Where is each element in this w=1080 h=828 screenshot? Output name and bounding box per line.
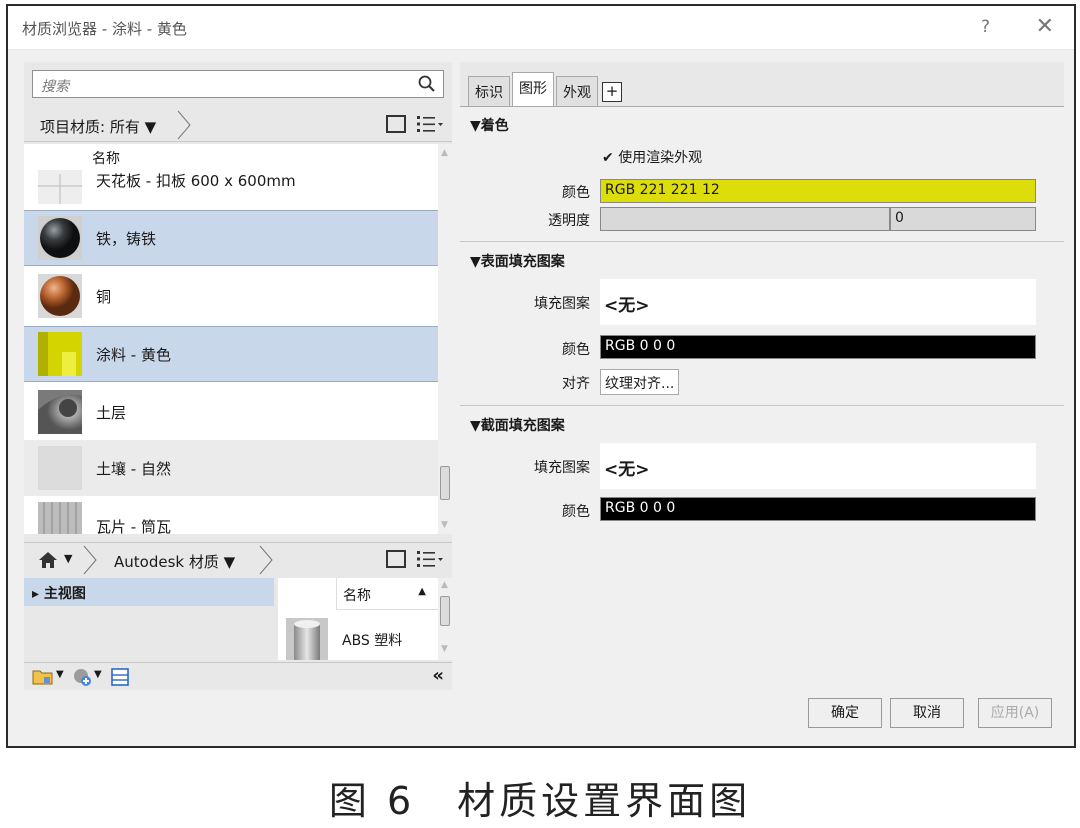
library-scrollbar[interactable]: ▲ ▼ xyxy=(438,578,452,660)
library-breadcrumb[interactable]: ▼ Autodesk 材质 ▼ xyxy=(24,542,452,576)
search-input[interactable]: 搜索 xyxy=(32,70,444,98)
section-surface-pattern[interactable]: ▼表面填充图案 xyxy=(470,251,565,271)
tab-graphics[interactable]: 图形 xyxy=(512,72,554,108)
dialog-footer: 确定 取消 应用(A) xyxy=(8,698,1074,746)
cut-color-label: 颜色 xyxy=(562,504,590,520)
soil-thumbnail xyxy=(38,390,82,434)
shading-color-field[interactable]: RGB 221 221 12 xyxy=(600,179,1036,203)
list-item[interactable]: 铜 xyxy=(24,268,438,324)
add-tab-button[interactable]: + xyxy=(602,82,622,102)
graphics-panel: ▼着色 ✔ 使用渲染外观 颜色 RGB 221 221 12 透明度 0 ▼表面… xyxy=(460,106,1064,690)
list-item-label: 瓦片 - 筒瓦 xyxy=(96,518,171,534)
natural-soil-thumbnail xyxy=(38,446,82,490)
title-bar: 材质浏览器 - 涂料 - 黄色 ? ✕ xyxy=(8,6,1074,50)
tab-appearance[interactable]: 外观 xyxy=(556,76,598,106)
list-item[interactable]: 涂料 - 黄色 xyxy=(24,326,438,382)
create-material-icon[interactable] xyxy=(72,667,92,687)
list-item[interactable]: 土壤 - 自然 xyxy=(24,440,438,496)
surface-color-label: 颜色 xyxy=(562,342,590,358)
ceiling-tile-thumbnail xyxy=(38,170,82,204)
transparency-value[interactable]: 0 xyxy=(890,207,1036,231)
library-dropdown-arrow[interactable]: ▼ xyxy=(56,669,64,680)
project-list-scrollbar[interactable]: ▲ ▼ xyxy=(438,144,452,534)
sort-ascending-icon: ▲ xyxy=(418,586,426,597)
list-item-label: 天花板 - 扣板 600 x 600mm xyxy=(96,172,296,190)
transparency-slider[interactable] xyxy=(600,207,890,231)
abs-plastic-thumbnail xyxy=(286,618,328,660)
library-material-list: 名称 ▲ ABS 塑料 xyxy=(278,578,438,660)
surface-align-label: 对齐 xyxy=(562,376,590,392)
list-view-icon[interactable] xyxy=(416,549,444,569)
list-item[interactable]: 铁，铸铁 xyxy=(24,210,438,266)
transparency-label: 透明度 xyxy=(548,213,590,229)
create-dropdown-arrow[interactable]: ▼ xyxy=(94,669,102,680)
surface-pattern-label: 填充图案 xyxy=(534,296,590,312)
panel-toggle-icon[interactable] xyxy=(386,550,406,568)
tab-bar: 标识 图形 外观 + xyxy=(468,70,622,108)
list-item[interactable]: 名称 天花板 - 扣板 600 x 600mm xyxy=(24,144,438,204)
list-view-icon[interactable] xyxy=(416,114,444,134)
cut-color-field[interactable]: RGB 0 0 0 xyxy=(600,497,1036,521)
project-materials-filter[interactable]: 项目材质: 所有 ▼ xyxy=(40,116,156,137)
window-title: 材质浏览器 - 涂料 - 黄色 xyxy=(22,20,187,38)
list-item[interactable]: 瓦片 - 筒瓦 xyxy=(24,496,438,534)
tree-node-main-view[interactable]: ▸ 主视图 xyxy=(24,578,274,606)
figure-caption: 图 6 材质设置界面图 xyxy=(328,779,752,823)
tab-identity[interactable]: 标识 xyxy=(468,76,510,106)
home-icon[interactable] xyxy=(38,551,58,569)
yellow-paint-thumbnail xyxy=(38,332,82,376)
cast-iron-thumbnail xyxy=(38,216,82,260)
list-item-label: 铁，铸铁 xyxy=(96,229,157,248)
ok-button[interactable]: 确定 xyxy=(808,698,882,728)
project-materials-breadcrumb[interactable]: 项目材质: 所有 ▼ xyxy=(24,108,452,142)
shading-color-label: 颜色 xyxy=(562,185,590,201)
library-name[interactable]: Autodesk 材质 ▼ xyxy=(114,551,235,572)
chevron-right-icon xyxy=(83,545,97,575)
surface-pattern-field[interactable]: <无> xyxy=(600,279,1036,325)
search-placeholder: 搜索 xyxy=(41,79,69,95)
editor-icon[interactable] xyxy=(110,667,130,687)
left-panel: 搜索 项目材质: 所有 ▼ 名称 天花板 - 扣板 600 x 600mm 铁，… xyxy=(24,62,452,690)
column-header-name[interactable]: 名称 xyxy=(92,148,120,168)
list-item-label: 土壤 - 自然 xyxy=(96,459,171,478)
texture-align-button[interactable]: 纹理对齐... xyxy=(600,369,680,395)
apply-button[interactable]: 应用(A) xyxy=(978,698,1052,728)
list-item[interactable]: 土层 xyxy=(24,384,438,440)
list-item-label: 涂料 - 黄色 xyxy=(96,345,171,364)
library-column-name: 名称 xyxy=(343,588,371,604)
chevron-right-icon xyxy=(259,545,273,575)
project-material-list: 名称 天花板 - 扣板 600 x 600mm 铁，铸铁 铜 涂料 - 黄色 土… xyxy=(24,144,438,534)
material-browser-dialog: 材质浏览器 - 涂料 - 黄色 ? ✕ 搜索 项目材质: 所有 ▼ 名称 天花板… xyxy=(6,4,1076,748)
list-item-label: 铜 xyxy=(96,287,112,306)
library-column-header[interactable]: 名称 ▲ xyxy=(336,578,438,610)
cancel-button[interactable]: 取消 xyxy=(890,698,964,728)
help-button[interactable]: ? xyxy=(981,17,990,37)
use-render-appearance-label: 使用渲染外观 xyxy=(618,150,703,166)
cut-pattern-field[interactable]: <无> xyxy=(600,443,1036,489)
cut-pattern-label: 填充图案 xyxy=(534,460,590,476)
library-folder-icon[interactable] xyxy=(32,668,54,686)
tile-thumbnail xyxy=(38,502,82,534)
library-tree: ▸ 主视图 xyxy=(24,578,274,660)
section-shading[interactable]: ▼着色 xyxy=(470,115,509,135)
chevron-right-icon xyxy=(177,110,191,140)
close-button[interactable]: ✕ xyxy=(1036,14,1054,39)
home-dropdown-arrow[interactable]: ▼ xyxy=(64,552,72,565)
bottom-toolbar: ▼ ▼ « xyxy=(24,662,452,690)
panel-toggle-icon[interactable] xyxy=(386,115,406,133)
search-icon[interactable] xyxy=(417,74,437,94)
list-item-label: 土层 xyxy=(96,403,127,422)
copper-thumbnail xyxy=(38,274,82,318)
surface-color-field[interactable]: RGB 0 0 0 xyxy=(600,335,1036,359)
collapse-icon[interactable]: « xyxy=(432,665,444,686)
library-item-label[interactable]: ABS 塑料 xyxy=(342,630,402,650)
use-render-appearance-checkbox[interactable]: ✔ 使用渲染外观 xyxy=(602,147,702,167)
section-cut-pattern[interactable]: ▼截面填充图案 xyxy=(470,415,565,435)
right-panel: 标识 图形 外观 + ▼着色 ✔ 使用渲染外观 颜色 RGB 221 221 1… xyxy=(460,62,1064,690)
